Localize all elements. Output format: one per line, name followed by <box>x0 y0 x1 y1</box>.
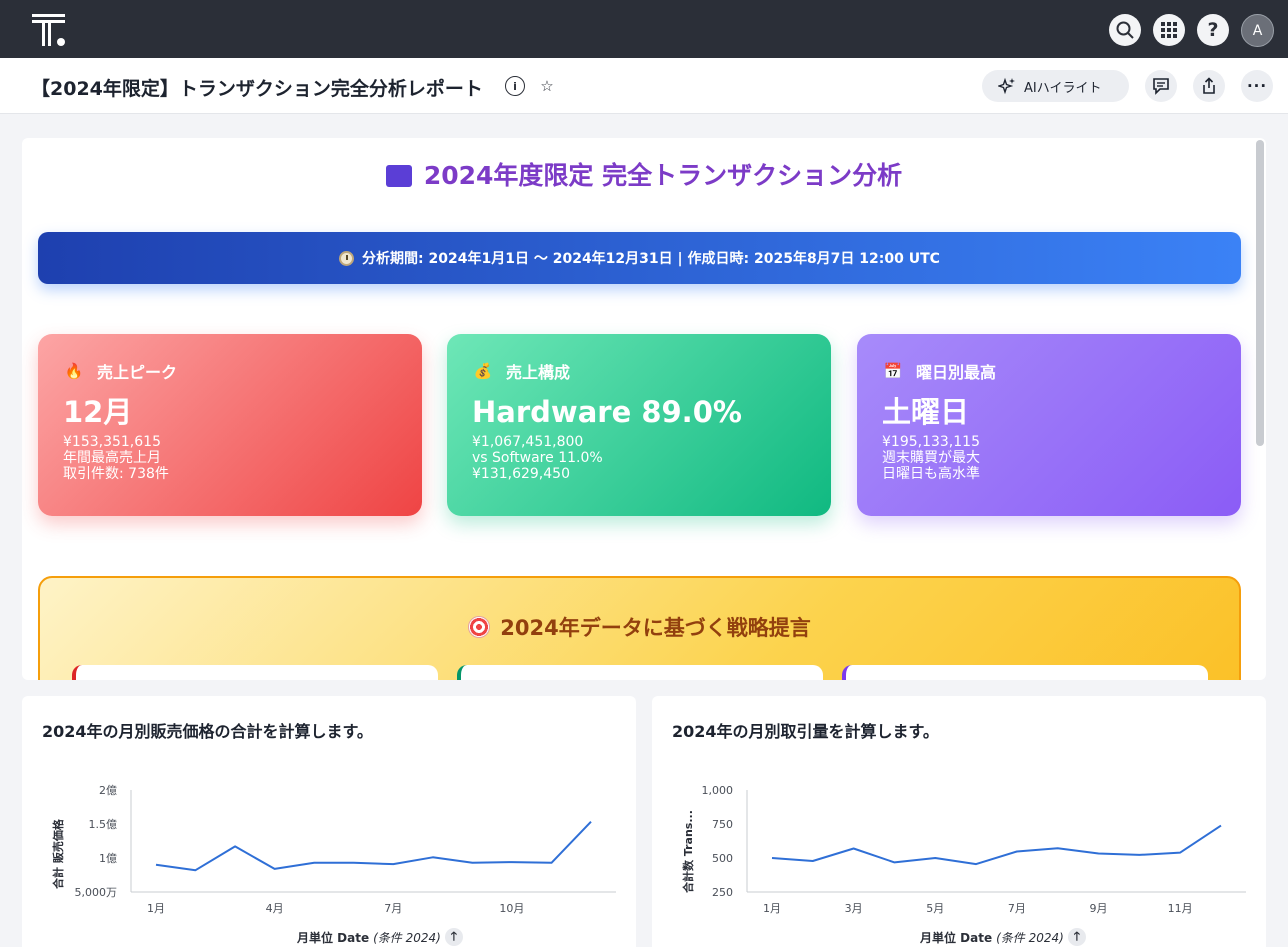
scrollbar-thumb[interactable] <box>1256 140 1264 446</box>
strategy-card <box>72 665 438 680</box>
x-axis-label-text: 月単位 Date <box>920 930 993 945</box>
line-chart-monthly-transactions: 1,000 750 500 250 1月 3月 5月 7月 9月 11月 <box>702 784 1246 915</box>
x-tick-label: 11月 <box>1168 902 1193 915</box>
kpi-detail: ¥195,133,115 <box>882 434 980 450</box>
report-heading-text: 2024年度限定 完全トランザクション分析 <box>423 161 903 190</box>
kpi-label: 売上ピーク <box>97 363 178 382</box>
ai-highlight-button[interactable]: AIハイライト <box>982 70 1129 102</box>
app-logo[interactable] <box>31 13 67 47</box>
kpi-value: 土曜日 <box>882 395 970 429</box>
x-tick-label: 5月 <box>926 902 944 915</box>
report-scrollbar[interactable] <box>1256 140 1264 678</box>
target-icon <box>468 616 491 638</box>
top-navigation-bar: ? A <box>0 0 1288 58</box>
y-tick-label: 250 <box>712 886 733 899</box>
strategy-card <box>457 665 823 680</box>
chart-card-monthly-sales[interactable]: 2024年の月別販売価格の合計を計算します。 2億 1.5億 1億 5,000万 1月 4… <box>22 696 636 947</box>
kpi-label: 売上構成 <box>506 363 571 382</box>
kpi-detail: ¥131,629,450 <box>472 466 570 482</box>
y-tick-label: 1,000 <box>702 784 734 797</box>
x-axis-label[interactable]: 月単位 Date (条件 2024) 🡑 <box>920 928 1086 946</box>
chart-card-monthly-transactions[interactable]: 2024年の月別取引量を計算します。 1,000 750 500 250 1月 3月 5月 7… <box>652 696 1266 947</box>
info-icon: i <box>513 79 517 93</box>
kpi-detail: 年間最高売上月 <box>63 450 161 466</box>
logo-icon <box>32 14 65 46</box>
series-line <box>771 824 1222 866</box>
y-axis-label: 合計数 Trans... <box>682 810 695 893</box>
kpi-value: Hardware 89.0% <box>472 395 742 429</box>
x-tick-label: 1月 <box>147 902 165 915</box>
y-tick-label: 1.5億 <box>89 818 118 831</box>
ai-highlight-label: AIハイライト <box>1024 80 1102 96</box>
favorite-button[interactable]: ☆ <box>537 76 557 96</box>
period-text: 分析期間: 2024年1月1日 〜 2024年12月31日 | 作成日時: 20… <box>362 251 940 267</box>
kpi-card-sales-peak: 🔥 売上ピーク 12月 ¥153,351,615 年間最高売上月 取引件数: 73… <box>38 334 422 516</box>
x-axis-label-note: (条件 2024) <box>996 930 1064 945</box>
page-title: 【2024年限定】トランザクション完全分析レポート <box>31 78 483 100</box>
sort-ascending-icon[interactable]: 🡑 <box>444 928 463 946</box>
comment-icon <box>1153 78 1169 95</box>
line-chart-monthly-sales: 2億 1.5億 1億 5,000万 1月 4月 7月 10月 <box>75 784 616 915</box>
kpi-detail: vs Software 11.0% <box>472 450 603 466</box>
sort-ascending-icon[interactable]: 🡑 <box>1067 928 1086 946</box>
share-icon <box>1203 77 1215 94</box>
strategy-card <box>842 665 1208 680</box>
share-button[interactable] <box>1193 70 1225 102</box>
series-line <box>155 821 592 872</box>
kpi-value: 12月 <box>63 395 133 429</box>
avatar-initial: A <box>1252 22 1263 39</box>
kpi-detail: ¥153,351,615 <box>63 434 161 450</box>
x-tick-label: 10月 <box>499 902 524 915</box>
info-button[interactable]: i <box>505 76 525 96</box>
search-button[interactable] <box>1109 14 1141 46</box>
y-tick-label: 2億 <box>99 784 117 797</box>
apps-grid-icon <box>1161 22 1177 38</box>
report-heading: 2024年度限定 完全トランザクション分析 <box>22 156 1266 192</box>
kpi-detail: 取引件数: 738件 <box>63 466 169 482</box>
money-bag-icon: 💰 <box>473 362 493 380</box>
kpi-detail: 日曜日も高水準 <box>882 466 980 482</box>
x-tick-label: 7月 <box>1008 902 1026 915</box>
kpi-card-sales-mix: 💰 売上構成 Hardware 89.0% ¥1,067,451,800 vs S… <box>447 334 831 516</box>
kpi-detail: 週末購買が最大 <box>882 450 980 466</box>
heading-square-icon <box>385 165 412 187</box>
report-panel: 2024年度限定 完全トランザクション分析 分析期間: 2024年1月1日 〜 … <box>22 138 1266 680</box>
kpi-card-weekday-top: 📅 曜日別最高 土曜日 ¥195,133,115 週末購買が最大 日曜日も高水準 <box>857 334 1241 516</box>
apps-button[interactable] <box>1153 14 1185 46</box>
y-tick-label: 750 <box>712 818 733 831</box>
ai-sparkle-icon <box>998 77 1015 95</box>
period-banner: 分析期間: 2024年1月1日 〜 2024年12月31日 | 作成日時: 20… <box>38 232 1241 284</box>
kpi-detail: ¥1,067,451,800 <box>472 434 584 450</box>
comments-button[interactable] <box>1145 70 1177 102</box>
help-button[interactable]: ? <box>1197 14 1229 46</box>
x-axis-label-note: (条件 2024) <box>373 930 441 945</box>
search-icon <box>1116 21 1134 39</box>
x-tick-label: 1月 <box>763 902 781 915</box>
x-tick-label: 7月 <box>384 902 402 915</box>
kpi-label: 曜日別最高 <box>916 363 997 382</box>
x-axis-label-text: 月単位 Date <box>297 930 370 945</box>
more-icon: ··· <box>1246 77 1268 95</box>
clock-icon <box>339 250 355 266</box>
x-tick-label: 4月 <box>266 902 284 915</box>
x-axis-label[interactable]: 月単位 Date (条件 2024) 🡑 <box>297 928 463 946</box>
help-icon: ? <box>1207 19 1219 41</box>
report-title-bar: 【2024年限定】トランザクション完全分析レポート i ☆ AIハイライト ··… <box>0 58 1288 114</box>
strategy-title: 2024年データに基づく戦略提言 <box>40 612 1239 642</box>
y-tick-label: 500 <box>712 852 733 865</box>
x-tick-label: 3月 <box>845 902 863 915</box>
strategy-section: 2024年データに基づく戦略提言 <box>38 576 1241 680</box>
y-axis-label: 合計 販売価格 <box>52 819 65 889</box>
user-avatar[interactable]: A <box>1241 14 1274 47</box>
calendar-icon: 📅 <box>883 362 903 380</box>
fire-icon: 🔥 <box>64 362 84 380</box>
x-tick-label: 9月 <box>1090 902 1108 915</box>
strategy-title-text: 2024年データに基づく戦略提言 <box>500 616 811 640</box>
star-icon: ☆ <box>540 77 554 95</box>
y-tick-label: 1億 <box>99 852 117 865</box>
y-tick-label: 5,000万 <box>75 886 118 899</box>
more-options-button[interactable]: ··· <box>1241 70 1273 102</box>
